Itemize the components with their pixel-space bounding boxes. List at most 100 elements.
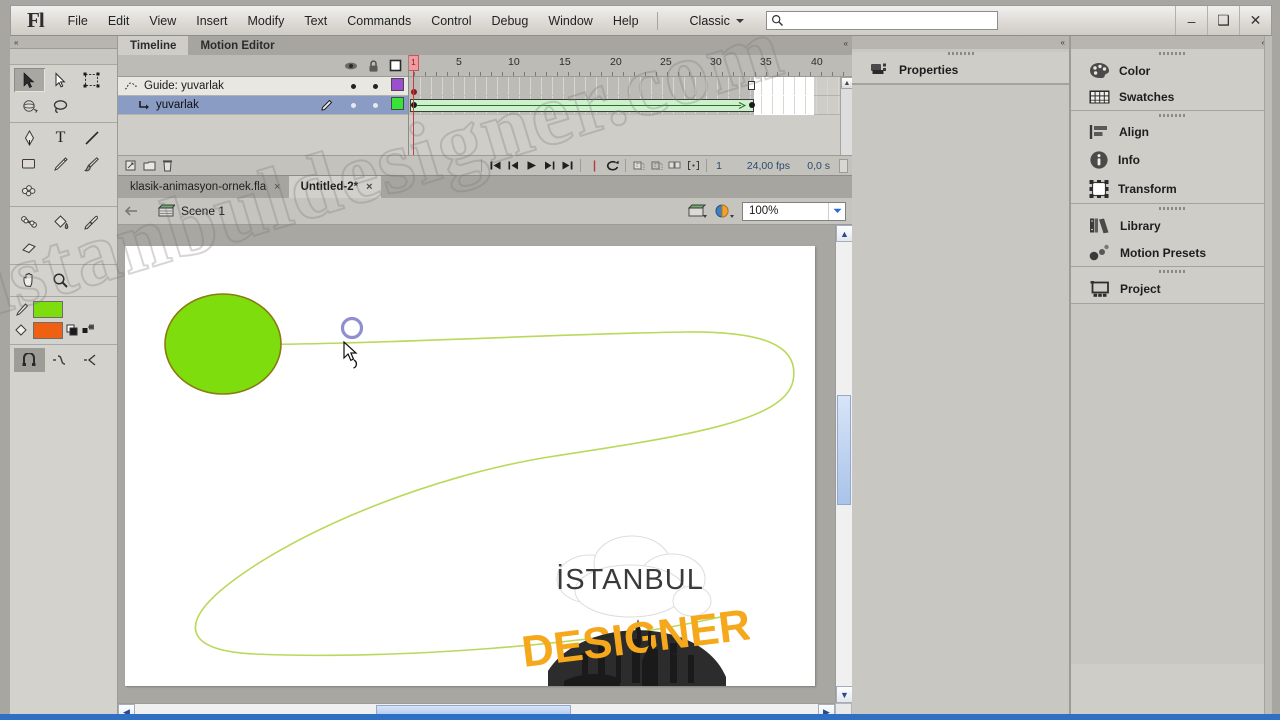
back-arrow-icon[interactable] xyxy=(124,205,140,217)
subselection-tool[interactable] xyxy=(45,68,76,92)
panel-drag-grip[interactable] xyxy=(947,52,974,55)
stage-canvas[interactable]: İSTANBUL DESIGNER xyxy=(125,246,815,686)
step-forward-one-frame-button[interactable] xyxy=(540,160,558,171)
loop-playback-button[interactable] xyxy=(603,160,621,172)
new-folder-button[interactable] xyxy=(140,160,158,171)
classic-tween-span[interactable] xyxy=(410,99,754,112)
close-icon[interactable]: × xyxy=(366,181,372,193)
menu-file[interactable]: File xyxy=(58,10,98,32)
close-button[interactable]: ✕ xyxy=(1239,6,1271,35)
timeline-collapse-button[interactable]: « xyxy=(844,39,848,48)
panel-item-transform[interactable]: Transform xyxy=(1071,175,1272,203)
panel-item-properties[interactable]: Properties xyxy=(852,57,1069,83)
close-icon[interactable]: × xyxy=(274,181,280,193)
menu-view[interactable]: View xyxy=(139,10,186,32)
tab-motion-editor[interactable]: Motion Editor xyxy=(188,36,286,55)
keyframe-marker-guide[interactable] xyxy=(411,89,417,95)
panel-item-motion-presets[interactable]: Motion Presets xyxy=(1071,239,1272,266)
keyframe-start-yuvarlak[interactable] xyxy=(411,102,417,108)
zoom-tool[interactable] xyxy=(45,268,76,292)
minimize-button[interactable]: – xyxy=(1175,6,1207,35)
scroll-down-arrow[interactable]: ▼ xyxy=(836,686,852,703)
delete-layer-button[interactable] xyxy=(158,159,176,172)
layer-color-yuvarlak[interactable] xyxy=(386,97,408,113)
black-and-white-icon[interactable] xyxy=(66,324,79,337)
outline-icon[interactable] xyxy=(384,59,406,72)
center-frame-button[interactable] xyxy=(585,160,603,172)
snap-to-objects-icon[interactable] xyxy=(14,348,45,372)
document-tab-klasik-animasyon[interactable]: klasik-animasyon-ornek.fla × xyxy=(118,176,289,198)
workspace-switcher[interactable]: Classic xyxy=(682,11,752,31)
hand-tool[interactable] xyxy=(14,268,45,292)
lock-icon[interactable] xyxy=(362,59,384,72)
fill-color-swatch[interactable] xyxy=(33,322,63,339)
free-transform-tool[interactable] xyxy=(76,68,107,92)
panel-item-info[interactable]: Info xyxy=(1071,145,1272,175)
stage-scroll-region[interactable]: İSTANBUL DESIGNER xyxy=(118,225,835,703)
timeline-resize-grip[interactable] xyxy=(839,158,848,173)
line-tool[interactable] xyxy=(76,126,107,150)
menu-control[interactable]: Control xyxy=(421,10,481,32)
smooth-icon[interactable] xyxy=(45,348,76,372)
menu-window[interactable]: Window xyxy=(538,10,602,32)
scene-name-label[interactable]: Scene 1 xyxy=(181,204,225,218)
deco-tool[interactable] xyxy=(14,178,45,202)
eyedropper-tool[interactable] xyxy=(76,210,107,234)
panel-drag-grip[interactable] xyxy=(1158,52,1185,55)
layer-row-yuvarlak[interactable]: yuvarlak xyxy=(118,96,408,115)
eraser-tool[interactable] xyxy=(14,236,45,260)
panel-item-color[interactable]: Color xyxy=(1071,57,1272,84)
maximize-button[interactable]: ❑ xyxy=(1207,6,1239,35)
menu-commands[interactable]: Commands xyxy=(337,10,421,32)
step-back-one-frame-button[interactable] xyxy=(504,160,522,171)
properties-panel-body[interactable] xyxy=(852,84,1069,674)
panel-drag-grip[interactable] xyxy=(1158,270,1185,273)
panel-drag-grip[interactable] xyxy=(1158,207,1185,210)
frame-rate-display[interactable]: 24,00 fps xyxy=(727,160,795,172)
timeline-ruler[interactable]: 5 10 15 20 25 30 35 40 xyxy=(409,55,852,77)
timeline-scroll-up-arrow[interactable]: ▲ xyxy=(841,77,852,89)
properties-collapse-button[interactable]: « xyxy=(1061,38,1065,47)
menu-text[interactable]: Text xyxy=(294,10,337,32)
go-to-last-frame-button[interactable] xyxy=(558,160,576,171)
modify-onion-markers-button[interactable] xyxy=(684,160,702,171)
menu-edit[interactable]: Edit xyxy=(98,10,140,32)
blank-keyframe-guide-end[interactable] xyxy=(748,81,755,90)
pen-tool[interactable] xyxy=(14,126,45,150)
rectangle-tool[interactable] xyxy=(14,152,45,176)
go-to-first-frame-button[interactable] xyxy=(486,160,504,171)
panel-item-library[interactable]: Library xyxy=(1071,212,1272,239)
vertical-scroll-thumb[interactable] xyxy=(837,395,851,505)
layer-edit-pencil-icon[interactable] xyxy=(320,99,342,111)
stroke-color-swatch[interactable] xyxy=(33,301,63,318)
panel-drag-grip[interactable] xyxy=(1158,114,1185,117)
new-layer-button[interactable] xyxy=(122,160,140,172)
pencil-tool[interactable] xyxy=(45,152,76,176)
layer-row-guide[interactable]: Guide: yuvarlak xyxy=(118,77,408,96)
menu-debug[interactable]: Debug xyxy=(482,10,539,32)
panel-item-swatches[interactable]: Swatches xyxy=(1071,84,1272,110)
edit-multiple-frames-button[interactable] xyxy=(666,160,684,171)
edit-scene-icon[interactable] xyxy=(688,203,708,219)
paint-bucket-tool[interactable] xyxy=(45,210,76,234)
frame-row-yuvarlak[interactable] xyxy=(409,96,852,115)
menu-help[interactable]: Help xyxy=(603,10,649,32)
chevron-down-icon[interactable] xyxy=(828,202,845,220)
timeline-vertical-scrollbar[interactable]: ▲ xyxy=(840,77,852,155)
layer-color-guide[interactable] xyxy=(386,78,408,94)
lasso-tool[interactable] xyxy=(45,94,76,118)
layer-lock-toggle-yuvarlak[interactable] xyxy=(364,99,386,111)
menu-insert[interactable]: Insert xyxy=(186,10,237,32)
three-d-rotation-tool[interactable] xyxy=(14,94,45,118)
panel-item-project[interactable]: Project xyxy=(1071,275,1272,303)
onion-skin-outlines-button[interactable] xyxy=(648,160,666,171)
layer-lock-toggle-guide[interactable] xyxy=(364,80,386,92)
eye-icon[interactable] xyxy=(340,61,362,71)
layer-visibility-toggle-yuvarlak[interactable] xyxy=(342,99,364,111)
swap-colors-icon[interactable] xyxy=(82,324,95,337)
brush-tool[interactable] xyxy=(76,152,107,176)
layer-visibility-toggle-guide[interactable] xyxy=(342,80,364,92)
straighten-icon[interactable] xyxy=(76,348,107,372)
zoom-select[interactable]: 100% xyxy=(742,201,846,221)
text-tool[interactable]: T xyxy=(45,126,76,150)
